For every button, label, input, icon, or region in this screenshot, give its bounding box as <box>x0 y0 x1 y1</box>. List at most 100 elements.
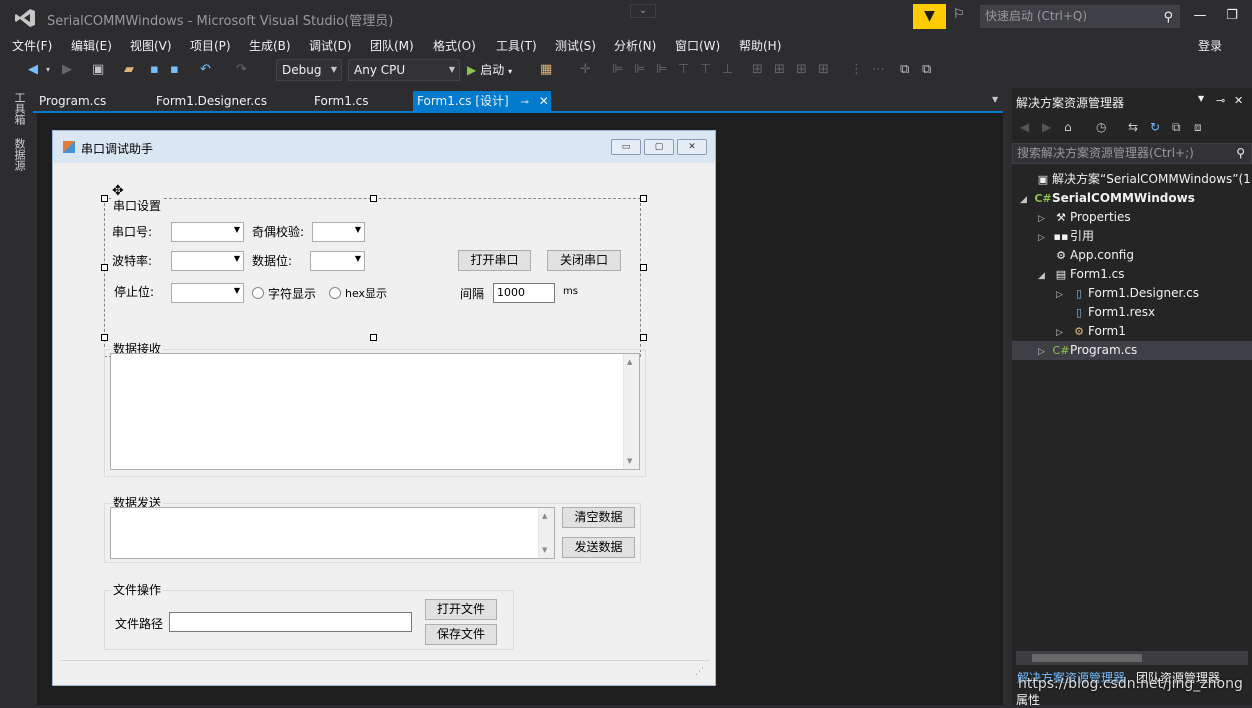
history-icon[interactable]: ◷ <box>1096 120 1106 134</box>
tree-item-form1-cs[interactable]: ◢ ▤ Form1.cs <box>1038 265 1125 284</box>
find-icon[interactable]: ▦ <box>540 60 552 80</box>
open-file-icon[interactable]: ▰ <box>124 60 134 80</box>
tree-item-program-cs[interactable]: ▷ C#Program.cs <box>1038 341 1137 360</box>
hex-display-radio[interactable] <box>329 287 341 299</box>
minimize-icon[interactable]: — <box>1186 6 1214 26</box>
feedback-filter-icon[interactable]: ▼ <box>913 4 946 29</box>
interval-input[interactable]: 1000 <box>493 283 555 303</box>
scroll-up-icon[interactable]: ▲ <box>542 512 547 520</box>
serial-settings-group[interactable]: 串口设置 串口号: ▼ 奇偶校验: ▼ 波特率: ▼ 数据位: ▼ 打开串口 关… <box>101 195 647 357</box>
menu-tools[interactable]: 工具(T) <box>496 37 537 54</box>
forward-icon[interactable]: ▶ <box>1042 120 1051 134</box>
collapse-all-icon[interactable]: ⧉ <box>1172 120 1181 135</box>
menu-view[interactable]: 视图(V) <box>130 37 172 54</box>
tree-item-form1-resx[interactable]: ▯ Form1.resx <box>1056 303 1155 322</box>
save-icon[interactable]: ▪ <box>150 60 159 80</box>
notification-chevron-icon[interactable]: ⌄ <box>630 4 656 18</box>
tree-item-references[interactable]: ▷ ▪▪ 引用 <box>1038 227 1094 246</box>
bring-to-front-icon[interactable]: ⧉ <box>900 60 909 80</box>
selection-handle[interactable] <box>640 195 647 202</box>
login-link[interactable]: 登录 <box>1198 37 1222 54</box>
sync-icon[interactable]: ⇆ <box>1128 120 1138 134</box>
forward-icon[interactable]: ▶ <box>62 60 72 80</box>
receive-scrollbar[interactable]: ▲ ▼ <box>623 354 639 469</box>
horizontal-spacing-icon[interactable]: ⋮ <box>850 60 863 80</box>
menu-analyze[interactable]: 分析(N) <box>614 37 656 54</box>
tree-item-app-config[interactable]: ⚙ App.config <box>1038 246 1134 265</box>
toolbox-tab[interactable]: 工具箱 <box>11 92 27 125</box>
move-handle-icon[interactable]: ✥ <box>112 183 124 199</box>
menu-build[interactable]: 生成(B) <box>249 37 291 54</box>
scroll-down-icon[interactable]: ▼ <box>627 457 632 465</box>
tab-form1-designer-cs[interactable]: Form1.Designer.cs <box>156 91 267 112</box>
data-sources-tab[interactable]: 数据源 <box>11 138 27 171</box>
new-project-icon[interactable]: ▣ <box>92 60 104 80</box>
tab-form1-design[interactable]: Form1.cs [设计] ⊸ ✕ <box>413 91 551 112</box>
pin-icon[interactable]: ⊸ <box>1216 94 1225 107</box>
databits-select[interactable]: ▼ <box>310 251 365 271</box>
menu-test[interactable]: 测试(S) <box>555 37 596 54</box>
menu-help[interactable]: 帮助(H) <box>739 37 781 54</box>
send-data-button[interactable]: 发送数据 <box>562 537 635 558</box>
send-to-back-icon[interactable]: ⧉ <box>922 60 931 80</box>
start-debug-button[interactable]: ▶ 启动 ▾ <box>467 61 512 78</box>
selection-handle[interactable] <box>370 334 377 341</box>
menu-edit[interactable]: 编辑(E) <box>71 37 112 54</box>
tree-item-solution[interactable]: ▣ 解决方案“SerialCOMMWindows”(1 <box>1020 170 1251 189</box>
char-display-radio[interactable] <box>252 287 264 299</box>
selection-handle[interactable] <box>640 264 647 271</box>
pin-icon[interactable]: ⊸ <box>521 97 529 108</box>
form-minimize-icon[interactable]: ▭ <box>611 139 641 155</box>
baud-select[interactable]: ▼ <box>171 251 244 271</box>
selection-handle[interactable] <box>101 195 108 202</box>
menu-team[interactable]: 团队(M) <box>370 37 414 54</box>
save-file-button[interactable]: 保存文件 <box>425 624 497 645</box>
same-width-icon[interactable]: ⊞ <box>752 60 763 80</box>
clear-data-button[interactable]: 清空数据 <box>562 507 635 528</box>
receive-textbox[interactable]: ▲ ▼ <box>110 353 640 470</box>
feedback-icon[interactable]: ⚐ <box>953 7 965 22</box>
size-grip-icon[interactable]: ⋰ <box>695 667 704 677</box>
solution-search-input[interactable]: 搜索解决方案资源管理器(Ctrl+;) ⚲ <box>1012 143 1252 164</box>
same-size-icon[interactable]: ⊞ <box>796 60 807 80</box>
restore-icon[interactable]: ❐ <box>1218 6 1246 26</box>
send-scrollbar[interactable]: ▲ ▼ <box>538 508 554 558</box>
menu-format[interactable]: 格式(O) <box>433 37 476 54</box>
same-height-icon[interactable]: ⊞ <box>774 60 785 80</box>
menu-project[interactable]: 项目(P) <box>190 37 231 54</box>
stopbits-select[interactable]: ▼ <box>171 283 244 303</box>
form-maximize-icon[interactable]: ▢ <box>644 139 674 155</box>
menu-debug[interactable]: 调试(D) <box>309 37 352 54</box>
save-all-icon[interactable]: ▪ <box>170 60 179 80</box>
form-preview[interactable]: 串口调试助手 ▭ ▢ ✕ 串口设置 串口号: ▼ 奇偶校验: ▼ 波特率: ▼ … <box>52 130 716 686</box>
close-icon[interactable]: ✕ <box>539 94 549 108</box>
align-left-icon[interactable]: ⊫ <box>612 60 623 80</box>
menu-window[interactable]: 窗口(W) <box>675 37 720 54</box>
selection-handle[interactable] <box>370 195 377 202</box>
align-top-icon[interactable]: ⊤ <box>678 60 689 80</box>
align-middle-icon[interactable]: ⊤ <box>700 60 711 80</box>
tree-item-form1-designer[interactable]: ▷ ▯ Form1.Designer.cs <box>1056 284 1199 303</box>
quick-launch-input[interactable]: 快速启动 (Ctrl+Q) ⚲ <box>980 5 1180 28</box>
tab-form1-cs[interactable]: Form1.cs <box>314 91 369 112</box>
selection-handle[interactable] <box>101 334 108 341</box>
selection-handle[interactable] <box>101 264 108 271</box>
size-to-grid-icon[interactable]: ⊞ <box>818 60 829 80</box>
back-icon[interactable]: ◀ <box>1020 120 1029 134</box>
file-path-input[interactable] <box>169 612 412 632</box>
align-right-icon[interactable]: ⊫ <box>656 60 667 80</box>
solution-config-select[interactable]: Debug ▼ <box>276 59 342 81</box>
align-grid-icon[interactable]: ✛ <box>580 60 591 80</box>
selection-handle[interactable] <box>640 334 647 341</box>
parity-select[interactable]: ▼ <box>312 222 365 242</box>
solution-platform-select[interactable]: Any CPU ▼ <box>348 59 460 81</box>
scrollbar-thumb[interactable] <box>1032 654 1142 662</box>
port-select[interactable]: ▼ <box>171 222 244 242</box>
back-dropdown-icon[interactable]: ▾ <box>46 60 50 80</box>
align-center-icon[interactable]: ⊫ <box>634 60 645 80</box>
tree-item-project[interactable]: ◢ C#SerialCOMMWindows <box>1020 189 1195 208</box>
form-close-icon[interactable]: ✕ <box>677 139 707 155</box>
scroll-down-icon[interactable]: ▼ <box>542 546 547 554</box>
close-port-button[interactable]: 关闭串口 <box>547 250 621 271</box>
close-icon[interactable]: ✕ <box>1234 94 1243 107</box>
